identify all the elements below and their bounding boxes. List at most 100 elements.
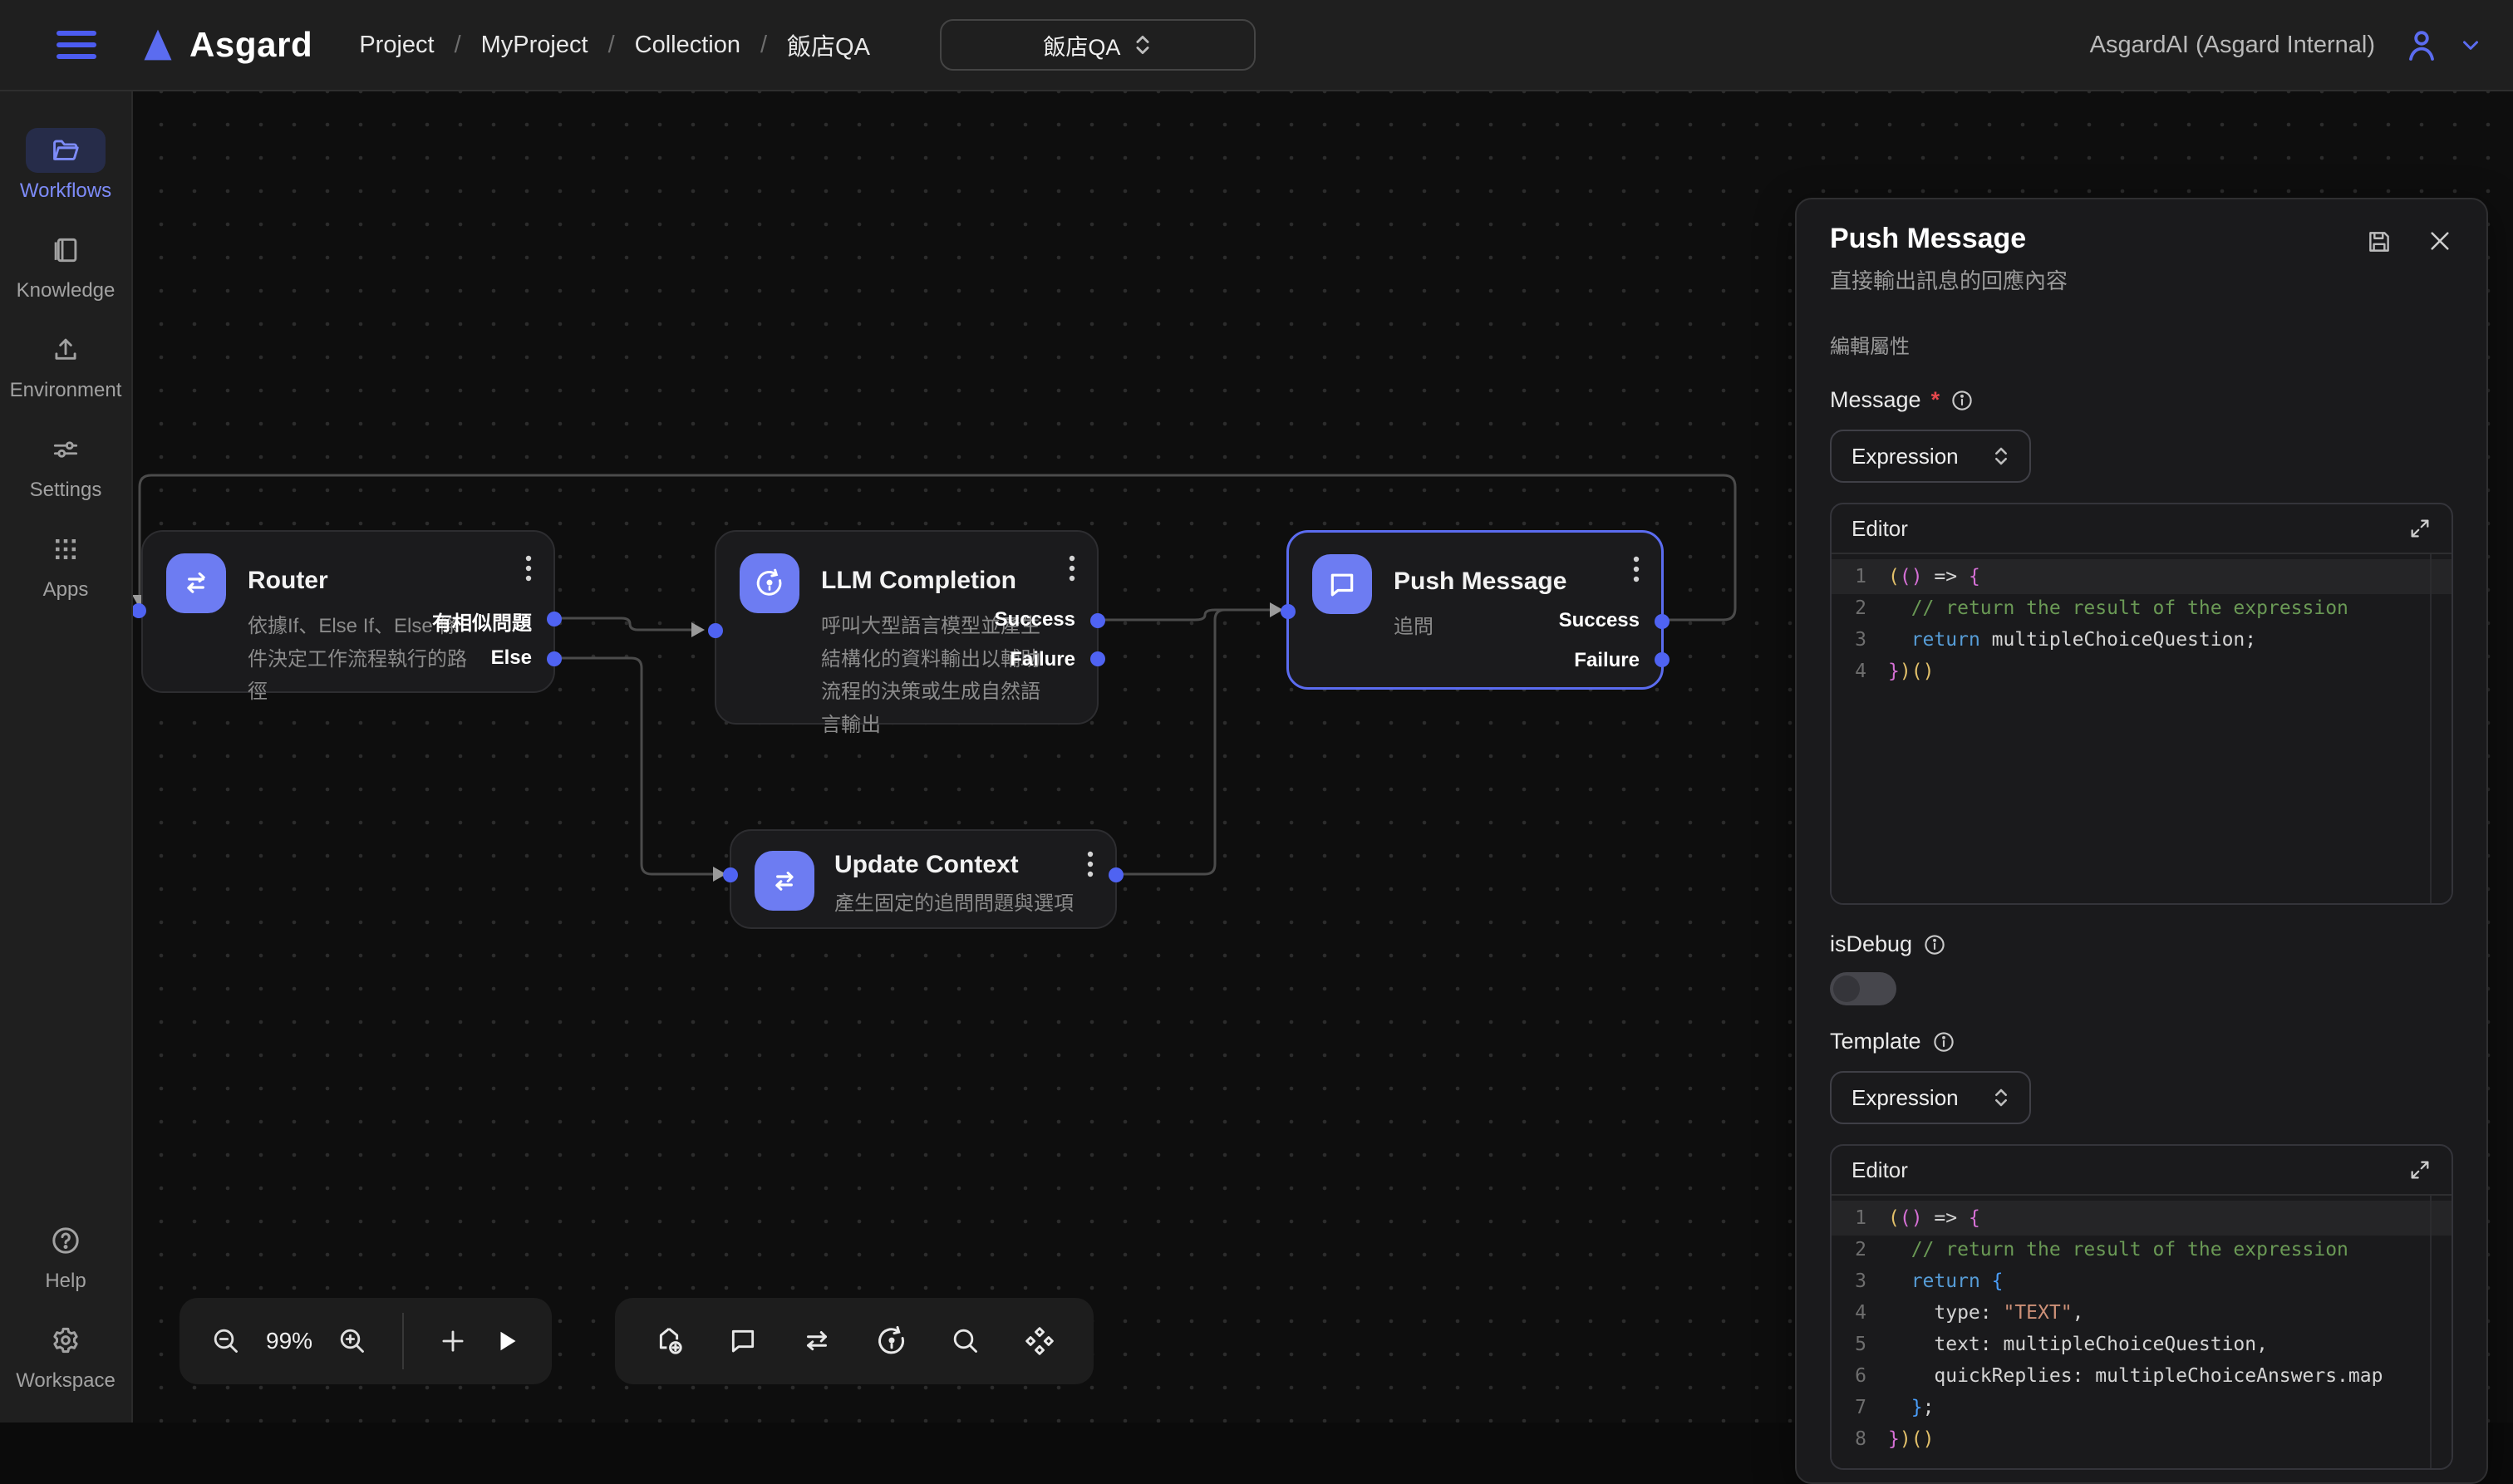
- editor-scrollbar[interactable]: [2430, 1196, 2432, 1468]
- code-line: 6 quickReplies: multipleChoiceAnswers.ma…: [1832, 1360, 2452, 1392]
- run-button[interactable]: [492, 1326, 522, 1356]
- edit-properties-label: 編輯屬性: [1830, 330, 2453, 359]
- node-llm-completion[interactable]: LLM Completion 呼叫大型語言模型並產生結構化的資料輸出以輔助流程的…: [715, 530, 1099, 725]
- llm-input-port[interactable]: [708, 623, 723, 638]
- brand-logo[interactable]: Asgard: [140, 25, 312, 65]
- chat-bubble-icon[interactable]: [726, 1324, 760, 1358]
- sidebar: Workflows Knowledge Environment Settings: [0, 91, 133, 1423]
- output-port-label: Failure: [1010, 648, 1075, 671]
- sidebar-item-apps[interactable]: Apps: [0, 527, 132, 602]
- account-menu[interactable]: AsgardAI (Asgard Internal): [2090, 25, 2483, 65]
- sidebar-item-workspace[interactable]: Workspace: [0, 1318, 132, 1393]
- app-window: Asgard Project / MyProject / Collection …: [0, 0, 2513, 1423]
- node-update-context[interactable]: Update Context 產生固定的追問問題與選項: [730, 829, 1117, 929]
- llm-output-port-failure[interactable]: [1090, 651, 1105, 666]
- zoom-in-button[interactable]: [336, 1324, 369, 1358]
- update-input-port[interactable]: [723, 867, 738, 882]
- panel-title: Push Message: [1830, 223, 2026, 255]
- panel-subtitle: 直接輸出訊息的回應內容: [1830, 264, 2453, 295]
- sidebar-item-knowledge[interactable]: Knowledge: [0, 228, 132, 302]
- message-code-editor[interactable]: 1(() => {2 // return the result of the e…: [1832, 554, 2452, 903]
- canvas-zoom-toolbar: 99%: [180, 1298, 552, 1384]
- code-line: 1(() => {: [1832, 1202, 2452, 1234]
- node-menu-button[interactable]: [1069, 555, 1075, 582]
- swap-arrows-icon: [755, 851, 814, 911]
- sidebar-item-label: Help: [45, 1270, 86, 1293]
- bell-plus-icon[interactable]: [652, 1324, 686, 1359]
- sidebar-item-label: Workflows: [20, 179, 111, 203]
- editor-label: Editor: [1852, 516, 1908, 542]
- code-line: 1(() => {: [1832, 561, 2452, 592]
- zoom-out-button[interactable]: [209, 1324, 243, 1358]
- code-line: 3 return {: [1832, 1265, 2452, 1297]
- sidebar-item-help[interactable]: Help: [0, 1218, 132, 1293]
- close-button[interactable]: [2427, 228, 2453, 256]
- node-menu-button[interactable]: [1633, 556, 1640, 582]
- message-type-select[interactable]: Expression: [1830, 430, 2031, 483]
- save-button[interactable]: [2365, 228, 2393, 256]
- sidebar-item-label: Apps: [43, 578, 89, 602]
- code-line: 7 };: [1832, 1392, 2452, 1423]
- node-description: 追問: [1394, 611, 1566, 644]
- push-output-port-success[interactable]: [1655, 614, 1670, 629]
- node-menu-button[interactable]: [525, 555, 532, 582]
- node-title: LLM Completion: [821, 553, 1040, 595]
- info-icon[interactable]: [1950, 388, 1974, 413]
- update-output-port[interactable]: [1109, 867, 1124, 882]
- gear-icon: [26, 1318, 106, 1363]
- brand-name: Asgard: [189, 25, 312, 65]
- workflow-selector-dropdown[interactable]: 飯店QA: [940, 19, 1256, 71]
- updown-chevron-icon: [1134, 33, 1152, 57]
- info-icon[interactable]: [1931, 1029, 1956, 1054]
- chevron-down-icon: [2458, 32, 2483, 57]
- updown-chevron-icon: [1993, 445, 2009, 467]
- router-output-port-similar[interactable]: [547, 612, 562, 627]
- magnifier-icon[interactable]: [949, 1324, 982, 1358]
- hamburger-menu-button[interactable]: [57, 25, 96, 65]
- breadcrumb-myproject[interactable]: MyProject: [481, 32, 588, 59]
- info-icon[interactable]: [1922, 932, 1947, 957]
- expand-icon[interactable]: [2408, 517, 2432, 540]
- help-icon: [26, 1218, 106, 1263]
- zoom-level-label[interactable]: 99%: [266, 1328, 312, 1354]
- user-icon: [2402, 25, 2442, 65]
- chat-bubble-icon: [1312, 554, 1372, 614]
- breadcrumb-collection[interactable]: Collection: [635, 32, 740, 59]
- add-button[interactable]: [437, 1325, 469, 1357]
- template-type-select[interactable]: Expression: [1830, 1071, 2031, 1124]
- code-line: 5 text: multipleChoiceQuestion,: [1832, 1329, 2452, 1360]
- expand-icon[interactable]: [2408, 1158, 2432, 1182]
- breadcrumb-project[interactable]: Project: [359, 32, 434, 59]
- node-title: Update Context: [834, 851, 1074, 879]
- swap-arrows-icon[interactable]: [799, 1324, 834, 1359]
- push-input-port[interactable]: [1281, 604, 1296, 619]
- toolbar-divider: [402, 1313, 404, 1369]
- node-menu-button[interactable]: [1087, 851, 1094, 877]
- updown-chevron-icon: [1993, 1087, 2009, 1108]
- breadcrumb-current[interactable]: 飯店QA: [787, 27, 870, 62]
- push-output-port-failure[interactable]: [1655, 652, 1670, 667]
- router-output-port-else[interactable]: [547, 651, 562, 666]
- folder-icon: [26, 128, 106, 173]
- code-line: 2 // return the result of the expression: [1832, 592, 2452, 624]
- sidebar-item-workflows[interactable]: Workflows: [0, 128, 132, 203]
- sidebar-item-settings[interactable]: Settings: [0, 427, 132, 502]
- node-router[interactable]: Router 依據If、Else If、Else 條件決定工作流程執行的路徑 有…: [141, 530, 555, 693]
- message-field-label: Message: [1830, 387, 1921, 413]
- output-port-label: Else: [491, 646, 532, 670]
- llm-output-port-success[interactable]: [1090, 613, 1105, 628]
- required-asterisk: *: [1931, 387, 1940, 413]
- template-code-editor[interactable]: 1(() => {2 // return the result of the e…: [1832, 1196, 2452, 1468]
- editor-scrollbar[interactable]: [2430, 554, 2432, 903]
- output-port-label: Failure: [1574, 649, 1640, 672]
- account-label: AsgardAI (Asgard Internal): [2090, 32, 2375, 59]
- sidebar-item-label: Workspace: [16, 1369, 116, 1393]
- node-title: Push Message: [1394, 554, 1566, 596]
- isdebug-toggle[interactable]: [1830, 972, 1896, 1005]
- sidebar-item-environment[interactable]: Environment: [0, 327, 132, 402]
- node-push-message[interactable]: Push Message 追問 Success Failure: [1286, 530, 1664, 690]
- node-description: 產生固定的追問問題與選項: [834, 887, 1074, 921]
- diamond-grid-icon[interactable]: [1022, 1324, 1057, 1359]
- llm-icon[interactable]: [874, 1324, 909, 1359]
- upload-icon: [26, 327, 106, 372]
